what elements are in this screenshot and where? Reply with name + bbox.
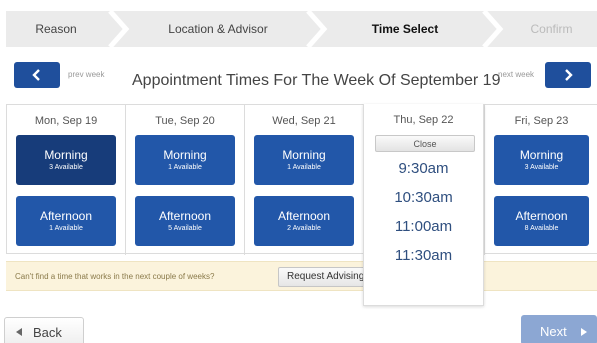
next-label: Next xyxy=(540,324,567,339)
slot-tue-afternoon[interactable]: Afternoon 5 Available xyxy=(135,196,235,246)
chevron-right-icon xyxy=(565,69,573,81)
slot-label: Morning xyxy=(282,148,326,162)
help-bar: Can't find a time that works in the next… xyxy=(6,261,597,291)
back-label: Back xyxy=(33,325,62,340)
request-advising-button[interactable]: Request Advising xyxy=(278,267,374,287)
slot-label: Morning xyxy=(163,148,207,162)
slot-wed-afternoon[interactable]: Afternoon 2 Available xyxy=(254,196,354,246)
step-location-advisor[interactable]: Location & Advisor xyxy=(132,11,304,47)
step-reason[interactable]: Reason xyxy=(6,11,106,47)
prev-week-label[interactable]: prev week xyxy=(68,70,104,79)
slot-wed-morning[interactable]: Morning 1 Available xyxy=(254,135,354,185)
slot-availability: 1 Available xyxy=(49,225,83,232)
slot-label: Afternoon xyxy=(277,209,331,223)
slot-availability: 2 Available xyxy=(287,225,321,232)
next-button[interactable]: Next xyxy=(521,315,597,343)
week-grid: Mon, Sep 19 Morning 3 Available Afternoo… xyxy=(6,104,597,255)
step-divider-icon xyxy=(306,11,328,47)
next-week-label[interactable]: next week xyxy=(498,70,534,79)
day-label: Wed, Sep 21 xyxy=(272,115,336,127)
close-button[interactable]: Close xyxy=(375,135,475,152)
day-column-mon: Mon, Sep 19 Morning 3 Available Afternoo… xyxy=(7,105,126,255)
help-text: Can't find a time that works in the next… xyxy=(15,272,215,281)
expanded-day-panel: Thu, Sep 22 Close 9:30am 10:30am 11:00am… xyxy=(363,104,484,306)
step-confirm: Confirm xyxy=(530,22,573,36)
day-label: Mon, Sep 19 xyxy=(34,115,98,127)
prev-week-button[interactable] xyxy=(14,62,60,88)
step-divider-icon xyxy=(108,11,130,47)
caret-right-icon xyxy=(581,328,587,336)
slot-availability: 3 Available xyxy=(49,164,83,171)
slot-fri-afternoon[interactable]: Afternoon 8 Available xyxy=(494,196,589,246)
wizard-steps: Reason Location & Advisor Time Select Co… xyxy=(6,11,597,47)
day-label: Thu, Sep 22 xyxy=(393,114,454,126)
slot-label: Afternoon xyxy=(515,209,568,223)
next-week-button[interactable] xyxy=(545,62,591,88)
time-option[interactable]: 10:30am xyxy=(364,189,483,206)
slot-availability: 1 Available xyxy=(168,164,202,171)
slot-mon-morning[interactable]: Morning 3 Available xyxy=(16,135,116,185)
day-label: Fri, Sep 23 xyxy=(514,115,569,127)
slot-availability: 8 Available xyxy=(524,225,559,232)
chevron-left-icon xyxy=(32,69,40,81)
day-column-tue: Tue, Sep 20 Morning 1 Available Afternoo… xyxy=(126,105,245,255)
time-option[interactable]: 11:00am xyxy=(364,218,483,235)
caret-left-icon xyxy=(16,328,22,336)
slot-label: Morning xyxy=(519,148,564,162)
day-label: Tue, Sep 20 xyxy=(155,115,215,127)
slot-label: Afternoon xyxy=(158,209,212,223)
time-option[interactable]: 9:30am xyxy=(364,160,483,177)
day-column-fri: Fri, Sep 23 Morning 3 Available Afternoo… xyxy=(485,105,597,255)
slot-availability: 5 Available xyxy=(168,225,202,232)
slot-availability: 1 Available xyxy=(287,164,321,171)
day-column-wed: Wed, Sep 21 Morning 1 Available Afternoo… xyxy=(245,105,364,255)
slot-mon-afternoon[interactable]: Afternoon 1 Available xyxy=(16,196,116,246)
back-button[interactable]: Back xyxy=(4,317,84,343)
page-title: Appointment Times For The Week Of Septem… xyxy=(132,72,501,89)
step-time-select: Time Select xyxy=(371,22,439,36)
slot-fri-morning[interactable]: Morning 3 Available xyxy=(494,135,589,185)
slot-tue-morning[interactable]: Morning 1 Available xyxy=(135,135,235,185)
slot-label: Afternoon xyxy=(39,209,93,223)
slot-availability: 3 Available xyxy=(524,164,559,171)
slot-label: Morning xyxy=(44,148,88,162)
time-option[interactable]: 11:30am xyxy=(364,247,483,264)
step-divider-icon xyxy=(482,11,504,47)
